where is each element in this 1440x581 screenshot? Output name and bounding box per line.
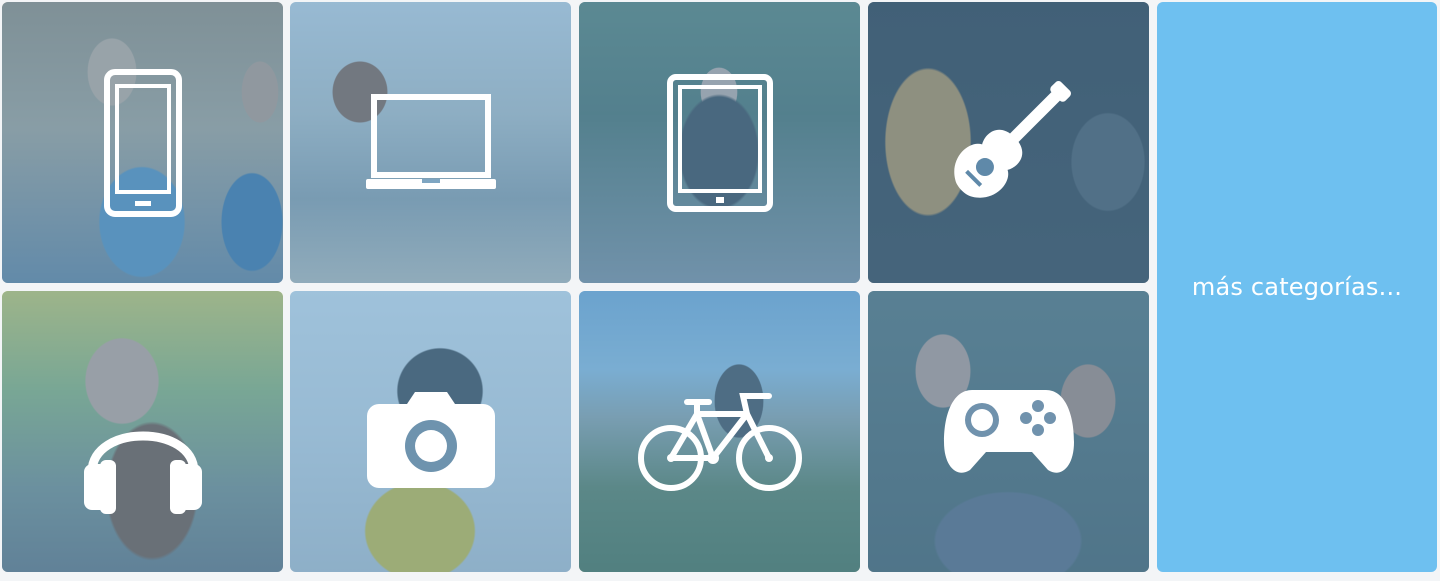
category-tile-audio[interactable] — [2, 291, 283, 572]
category-grid: más categorías... — [0, 0, 1440, 581]
guitar-icon — [953, 80, 1071, 198]
tablet-icon — [666, 73, 773, 212]
more-categories-label: más categorías... — [1191, 273, 1403, 301]
category-tile-instruments[interactable] — [868, 2, 1149, 283]
laptop-icon — [365, 93, 496, 189]
more-categories-button[interactable]: más categorías... — [1157, 2, 1437, 572]
category-tile-photography[interactable] — [290, 291, 571, 572]
smartphone-icon — [103, 68, 182, 217]
camera-icon — [366, 391, 495, 488]
category-tile-gaming[interactable] — [868, 291, 1149, 572]
bicycle-icon — [637, 392, 802, 491]
category-tile-sports[interactable] — [579, 291, 860, 572]
category-tile-tablets[interactable] — [579, 2, 860, 283]
headphones-icon — [83, 431, 202, 514]
category-tile-computers[interactable] — [290, 2, 571, 283]
category-tile-phones[interactable] — [2, 2, 283, 283]
gamepad-icon — [943, 389, 1074, 473]
